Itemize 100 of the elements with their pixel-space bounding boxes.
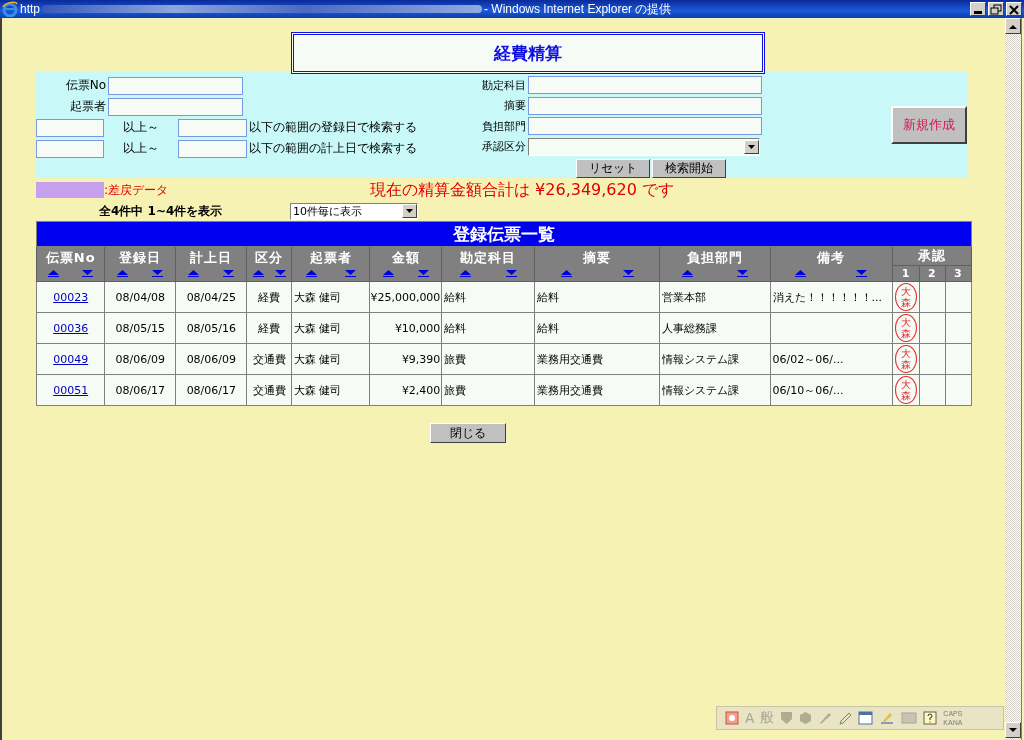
sort-descending-icon[interactable]	[736, 269, 748, 277]
handwriting-icon[interactable]	[879, 711, 896, 725]
table-cell: ¥9,390	[369, 343, 442, 375]
date-field[interactable]	[36, 139, 104, 158]
shield-icon[interactable]	[780, 711, 794, 725]
sort-descending-icon[interactable]	[505, 269, 517, 277]
keyboard-icon[interactable]	[901, 712, 918, 724]
sort-ascending-icon[interactable]	[48, 269, 60, 277]
range-description: 以下の範囲の登録日で検索する	[249, 119, 417, 136]
table-cell: 人事総務課	[659, 312, 771, 344]
table-cell: 給料	[534, 312, 660, 344]
close-button[interactable]	[1006, 2, 1022, 16]
dictionary-icon[interactable]	[858, 711, 874, 725]
sort-ascending-icon[interactable]	[795, 269, 807, 277]
down-arrow-icon	[1009, 727, 1017, 733]
table-cell: 消えた！！！！！！...	[770, 281, 893, 313]
column-header: 起票者	[308, 249, 353, 267]
table-cell: 06/10～06/...	[770, 374, 893, 406]
sort-ascending-icon[interactable]	[682, 269, 694, 277]
browser-icon	[2, 1, 18, 17]
table-cell: 08/06/17	[175, 374, 247, 406]
sort-descending-icon[interactable]	[82, 269, 93, 277]
column-header: 伝票No	[44, 249, 97, 267]
column-header: 金額	[390, 249, 421, 267]
sort-descending-icon[interactable]	[622, 269, 634, 277]
table-cell: 旅費	[441, 343, 535, 375]
field-label: 起票者	[69, 98, 106, 115]
sort-descending-icon[interactable]	[152, 269, 164, 277]
sort-descending-icon[interactable]	[274, 269, 286, 277]
sort-descending-icon[interactable]	[223, 269, 235, 277]
close-page-button[interactable]: 閉じる	[430, 423, 506, 443]
table-cell: 08/06/09	[175, 343, 247, 375]
date-field[interactable]	[36, 118, 104, 137]
column-header: 勘定科目	[459, 249, 518, 267]
restore-icon	[990, 3, 1002, 15]
input-field[interactable]	[528, 96, 762, 115]
sort-ascending-icon[interactable]	[560, 269, 572, 277]
column-header: 区分	[254, 249, 285, 267]
input-field[interactable]	[528, 117, 762, 136]
scroll-up-button[interactable]	[1005, 18, 1021, 34]
table-cell: 08/06/09	[104, 343, 176, 375]
window-title: http	[20, 2, 40, 16]
table-cell: 大森 健司	[291, 374, 370, 406]
sort-descending-icon[interactable]	[418, 269, 430, 277]
sort-ascending-icon[interactable]	[459, 269, 471, 277]
date-field[interactable]	[178, 139, 247, 158]
dropdown-arrow-icon	[748, 144, 755, 149]
column-header: 摘要	[582, 249, 613, 267]
sort-ascending-icon[interactable]	[252, 269, 264, 277]
input-field[interactable]	[108, 97, 243, 116]
table-cell: ¥10,000	[369, 312, 442, 344]
page-title: 経費精算	[291, 32, 765, 74]
table-cell: 08/04/08	[104, 281, 176, 313]
table-cell: 大森 健司	[291, 312, 370, 344]
table-cell: 給料	[441, 312, 535, 344]
table-cell: 08/04/25	[175, 281, 247, 313]
search-button[interactable]: 検索開始	[652, 159, 726, 178]
brush-icon[interactable]	[818, 711, 833, 725]
table-cell: ¥2,400	[369, 374, 442, 406]
up-arrow-icon	[1009, 23, 1017, 29]
minimize-button[interactable]	[970, 2, 986, 16]
hexagon-icon[interactable]	[799, 711, 813, 725]
sort-ascending-icon[interactable]	[382, 269, 394, 277]
field-label: 伝票No	[64, 77, 106, 94]
field-label: 負担部門	[481, 118, 526, 134]
field-label: 承認区分	[481, 139, 526, 155]
scroll-down-button[interactable]	[1005, 722, 1021, 738]
input-field[interactable]	[108, 76, 243, 95]
table-cell: 営業本部	[659, 281, 771, 313]
table-cell: 大森 健司	[291, 343, 370, 375]
minimize-icon	[974, 10, 982, 14]
ime-icon[interactable]	[725, 711, 739, 725]
table-cell: 給料	[441, 281, 535, 313]
window-title: - Windows Internet Explorer の提供	[484, 0, 672, 18]
help-icon[interactable]	[923, 711, 938, 725]
sort-descending-icon[interactable]	[856, 269, 868, 277]
input-field[interactable]	[528, 76, 762, 95]
table-title: 登録伝票一覧	[36, 221, 972, 247]
sort-ascending-icon[interactable]	[188, 269, 200, 277]
page-size-dropdown[interactable]: 10件毎に表示	[290, 202, 418, 220]
date-field[interactable]	[178, 118, 247, 137]
table-cell: 08/05/15	[104, 312, 176, 344]
pen-icon[interactable]	[838, 711, 853, 725]
reset-button[interactable]: リセット	[576, 159, 650, 178]
range-label: 以上～	[122, 140, 160, 157]
field-label: 摘要	[503, 98, 526, 114]
table-cell: 情報システム課	[659, 374, 771, 406]
column-header: 計上日	[189, 249, 234, 267]
table-cell: 旅費	[441, 374, 535, 406]
range-label: 以上～	[122, 119, 160, 136]
sort-descending-icon[interactable]	[344, 269, 356, 277]
restore-button[interactable]	[988, 2, 1004, 16]
sort-ascending-icon[interactable]	[305, 269, 317, 277]
sort-ascending-icon[interactable]	[117, 269, 129, 277]
dropdown[interactable]	[528, 137, 760, 156]
legend-label: :差戻データ	[104, 181, 170, 199]
field-label: 勘定科目	[481, 77, 526, 93]
record-count: 全4件中 1~4件を表示	[98, 202, 224, 220]
column-header: 負担部門	[685, 249, 744, 267]
table-cell: 業務用交通費	[534, 343, 660, 375]
